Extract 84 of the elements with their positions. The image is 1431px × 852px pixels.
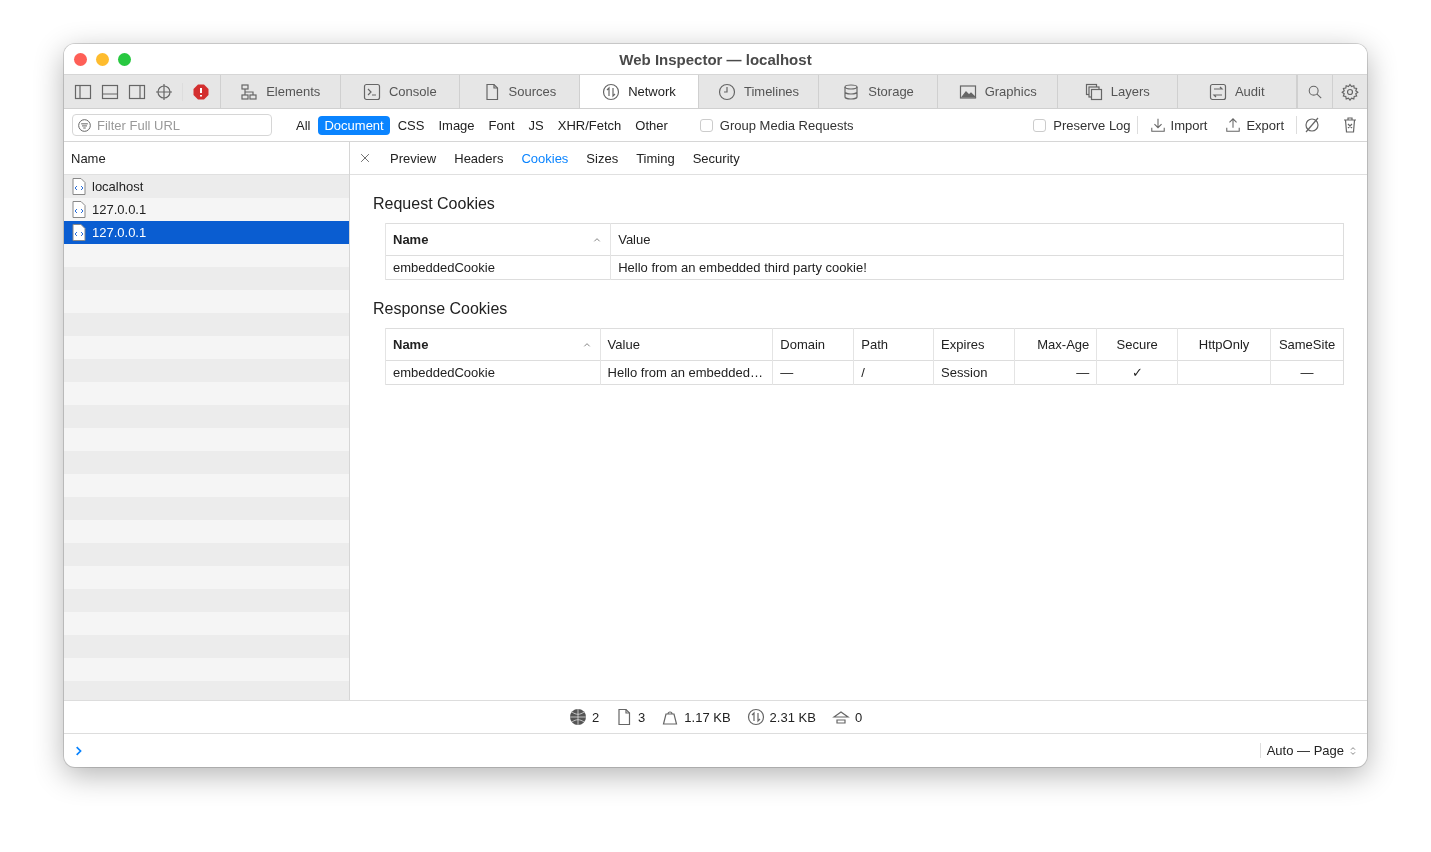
error-icon [192, 82, 210, 101]
crossed-out-icon [1303, 116, 1321, 134]
table-cell: — [1300, 365, 1314, 380]
download-icon [1149, 117, 1166, 133]
table-cell: — [1076, 365, 1090, 380]
zoom-button[interactable] [118, 52, 131, 66]
section-title: Response Cookies [373, 300, 509, 318]
database-icon [842, 82, 861, 101]
search-icon [1307, 83, 1324, 100]
status-value: 0 [854, 709, 863, 725]
arrows-circle-icon [746, 708, 765, 726]
globe-icon [568, 708, 587, 726]
terminal-icon [363, 82, 381, 101]
layout-icon [240, 82, 259, 101]
type-filter[interactable]: Image [432, 115, 481, 135]
sidebar-right-icon [128, 82, 146, 101]
code-file-icon [72, 178, 86, 195]
import-button[interactable]: Import [1143, 117, 1214, 133]
detail-tab[interactable]: Preview [390, 150, 437, 166]
column-header[interactable]: Value [618, 232, 651, 247]
panel-bottom-icon [101, 82, 119, 101]
trash-icon [1341, 116, 1359, 134]
type-filter[interactable]: XHR/Fetch [551, 115, 628, 135]
column-header[interactable]: Name [71, 150, 106, 166]
table-cell: Session [941, 365, 988, 380]
table-cell: Hello from an embedded… [607, 365, 763, 380]
status-value: 3 [638, 709, 646, 725]
type-filter[interactable]: CSS [391, 115, 431, 135]
detail-tab[interactable]: Cookies [521, 150, 569, 166]
code-file-icon [72, 201, 86, 218]
section-title: Request Cookies [373, 195, 496, 213]
settings-icon [1341, 82, 1360, 101]
export-button[interactable]: Export [1219, 117, 1290, 133]
column-header[interactable]: HttpOnly [1198, 337, 1250, 352]
request-row[interactable]: localhost [64, 175, 349, 198]
weight-icon [661, 708, 680, 726]
window-title: Web Inspector — localhost [619, 50, 812, 68]
request-row[interactable]: 127.0.0.1 [64, 221, 349, 244]
close-icon [358, 151, 372, 165]
type-filter[interactable]: All [290, 115, 317, 135]
checkbox[interactable]: Group Media Requests [699, 117, 854, 133]
image-icon [958, 82, 977, 101]
code-file-icon [72, 224, 86, 241]
status-value: 2 [591, 709, 600, 725]
status-value: 2.31 KB [769, 709, 816, 725]
table-cell: Hello from an embedded third party cookie! [618, 260, 867, 275]
table-cell: embeddedCookie [393, 260, 495, 275]
type-filter[interactable]: Document [318, 115, 390, 135]
detail-tab[interactable]: Headers [454, 150, 504, 166]
table-cell: embeddedCookie [393, 365, 495, 380]
table-cell: / [861, 365, 865, 380]
table-cell: ✓ [1131, 365, 1143, 380]
table-cell: — [780, 365, 794, 380]
column-header[interactable]: Expires [941, 337, 985, 352]
column-header[interactable]: Value [607, 337, 640, 352]
status-value: 1.17 KB [684, 709, 731, 725]
arrows-circle-icon [602, 82, 621, 101]
type-filter[interactable]: Other [629, 115, 674, 135]
upload-icon [1225, 117, 1242, 133]
column-header[interactable]: Name [393, 232, 429, 247]
detail-tab[interactable]: Security [692, 150, 740, 166]
sidebar-left-icon [74, 82, 92, 101]
tab[interactable]: Network [579, 75, 700, 108]
detail-tab[interactable]: Sizes [586, 150, 619, 166]
type-filter[interactable]: Font [482, 115, 521, 135]
swap-icon [1208, 82, 1227, 101]
detail-tab[interactable]: Timing [636, 150, 675, 166]
clock-icon [717, 82, 736, 101]
column-header[interactable]: Path [861, 337, 889, 352]
context-selector[interactable]: Auto — Page [1259, 743, 1359, 758]
minimize-button[interactable] [96, 52, 109, 66]
crosshair-icon [155, 82, 173, 101]
column-header[interactable]: SameSite [1278, 337, 1336, 352]
column-header[interactable]: Name [393, 337, 429, 352]
column-header[interactable]: Domain [780, 337, 826, 352]
request-row[interactable]: 127.0.0.1 [64, 198, 349, 221]
layers-icon [1084, 82, 1103, 101]
close-button[interactable] [74, 52, 87, 66]
filter-icon [77, 118, 92, 133]
filter-field[interactable]: Filter Full URL [72, 114, 272, 136]
checkbox[interactable]: Preserve Log [1033, 117, 1131, 133]
column-header[interactable]: Max-Age [1037, 337, 1090, 352]
column-header[interactable]: Secure [1116, 337, 1158, 352]
type-filter[interactable]: JS [522, 115, 550, 135]
